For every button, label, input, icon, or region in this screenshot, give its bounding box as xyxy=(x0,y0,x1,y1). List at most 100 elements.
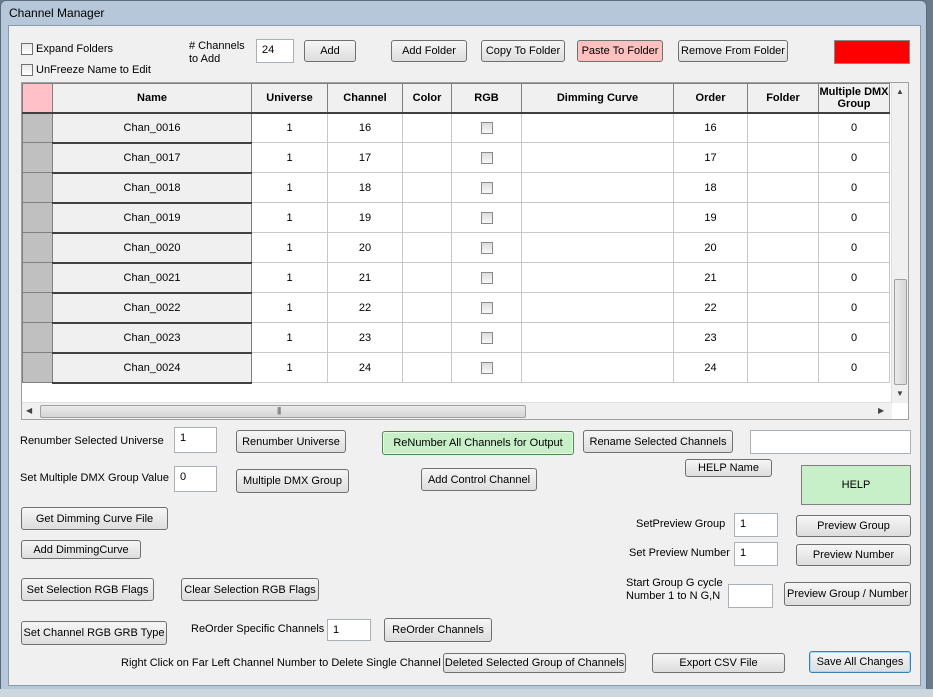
row-header-cell[interactable] xyxy=(22,202,53,233)
name-cell[interactable]: Chan_0018 xyxy=(52,172,252,204)
channel-cell[interactable]: 23 xyxy=(327,322,403,353)
col-header-dimming-curve[interactable]: Dimming Curve xyxy=(521,83,674,114)
universe-cell[interactable]: 1 xyxy=(251,172,328,203)
renumber-universe-button[interactable]: Renumber Universe xyxy=(236,430,346,453)
multiple-dmx-group-cell[interactable]: 0 xyxy=(818,142,890,173)
channel-cell[interactable]: 17 xyxy=(327,142,403,173)
rgb-cell[interactable] xyxy=(451,262,522,293)
col-header-folder[interactable]: Folder xyxy=(747,83,819,114)
table-row[interactable]: Chan_0023 1 23 23 0 xyxy=(22,322,890,354)
rgb-checkbox[interactable] xyxy=(480,151,493,164)
table-row[interactable]: Chan_0016 1 16 16 0 xyxy=(22,112,890,144)
name-cell[interactable]: Chan_0022 xyxy=(52,292,252,324)
folder-cell[interactable] xyxy=(747,142,819,173)
dimming-curve-cell[interactable] xyxy=(521,142,674,173)
table-row[interactable]: Chan_0020 1 20 20 0 xyxy=(22,232,890,264)
multiple-dmx-group-cell[interactable]: 0 xyxy=(818,112,890,143)
multiple-dmx-group-cell[interactable]: 0 xyxy=(818,232,890,263)
preview-group-number-button[interactable]: Preview Group / Number xyxy=(784,582,911,606)
color-cell[interactable] xyxy=(402,352,452,383)
folder-cell[interactable] xyxy=(747,112,819,143)
set-channel-rgb-grb-type-button[interactable]: Set Channel RGB GRB Type xyxy=(21,621,167,645)
universe-cell[interactable]: 1 xyxy=(251,202,328,233)
dimming-curve-cell[interactable] xyxy=(521,292,674,323)
row-header-cell[interactable] xyxy=(22,142,53,173)
channel-cell[interactable]: 24 xyxy=(327,352,403,383)
rgb-cell[interactable] xyxy=(451,202,522,233)
scroll-left-icon[interactable]: ◀ xyxy=(26,406,32,416)
name-cell[interactable]: Chan_0020 xyxy=(52,232,252,264)
name-cell[interactable]: Chan_0021 xyxy=(52,262,252,294)
dimming-curve-cell[interactable] xyxy=(521,322,674,353)
unfreeze-name-checkbox[interactable] xyxy=(21,64,33,76)
color-cell[interactable] xyxy=(402,172,452,203)
channel-cell[interactable]: 22 xyxy=(327,292,403,323)
universe-cell[interactable]: 1 xyxy=(251,322,328,353)
dimming-curve-cell[interactable] xyxy=(521,352,674,383)
name-cell[interactable]: Chan_0023 xyxy=(52,322,252,354)
dimming-curve-cell[interactable] xyxy=(521,262,674,293)
multiple-dmx-group-cell[interactable]: 0 xyxy=(818,262,890,293)
folder-cell[interactable] xyxy=(747,172,819,203)
order-cell[interactable]: 16 xyxy=(673,112,748,143)
channel-cell[interactable]: 19 xyxy=(327,202,403,233)
rgb-checkbox[interactable] xyxy=(480,181,493,194)
folder-cell[interactable] xyxy=(747,202,819,233)
table-row[interactable]: Chan_0019 1 19 19 0 xyxy=(22,202,890,234)
multiple-dmx-group-cell[interactable]: 0 xyxy=(818,172,890,203)
set-preview-number-input[interactable]: 1 xyxy=(734,542,778,566)
color-cell[interactable] xyxy=(402,262,452,293)
col-header-select[interactable] xyxy=(22,83,53,114)
rgb-cell[interactable] xyxy=(451,292,522,323)
universe-cell[interactable]: 1 xyxy=(251,112,328,143)
order-cell[interactable]: 23 xyxy=(673,322,748,353)
remove-from-folder-button[interactable]: Remove From Folder xyxy=(678,40,788,62)
get-dimming-curve-file-button[interactable]: Get Dimming Curve File xyxy=(21,507,168,530)
row-header-cell[interactable] xyxy=(22,292,53,323)
help-name-button[interactable]: HELP Name xyxy=(685,459,772,477)
rgb-checkbox[interactable] xyxy=(480,121,493,134)
renumber-universe-input[interactable]: 1 xyxy=(174,427,217,453)
rgb-checkbox[interactable] xyxy=(480,271,493,284)
dimming-curve-cell[interactable] xyxy=(521,112,674,143)
order-cell[interactable]: 18 xyxy=(673,172,748,203)
order-cell[interactable]: 17 xyxy=(673,142,748,173)
rename-selected-channels-button[interactable]: Rename Selected Channels xyxy=(583,430,733,453)
channel-cell[interactable]: 21 xyxy=(327,262,403,293)
vertical-scroll-thumb[interactable] xyxy=(894,279,907,385)
channel-cell[interactable]: 18 xyxy=(327,172,403,203)
row-header-cell[interactable] xyxy=(22,322,53,353)
color-cell[interactable] xyxy=(402,112,452,143)
col-header-rgb[interactable]: RGB xyxy=(451,83,522,114)
rgb-cell[interactable] xyxy=(451,172,522,203)
scroll-down-icon[interactable]: ▼ xyxy=(896,389,904,399)
channel-cell[interactable]: 20 xyxy=(327,232,403,263)
row-header-cell[interactable] xyxy=(22,112,53,143)
table-row[interactable]: Chan_0024 1 24 24 0 xyxy=(22,352,890,384)
color-swatch[interactable] xyxy=(834,40,910,64)
rgb-cell[interactable] xyxy=(451,322,522,353)
name-cell[interactable]: Chan_0019 xyxy=(52,202,252,234)
universe-cell[interactable]: 1 xyxy=(251,352,328,383)
preview-number-button[interactable]: Preview Number xyxy=(796,544,911,566)
row-header-cell[interactable] xyxy=(22,232,53,263)
order-cell[interactable]: 24 xyxy=(673,352,748,383)
table-row[interactable]: Chan_0018 1 18 18 0 xyxy=(22,172,890,204)
color-cell[interactable] xyxy=(402,232,452,263)
reorder-input[interactable]: 1 xyxy=(327,619,371,641)
table-row[interactable]: Chan_0022 1 22 22 0 xyxy=(22,292,890,324)
start-group-input[interactable] xyxy=(728,584,773,608)
universe-cell[interactable]: 1 xyxy=(251,262,328,293)
dimming-curve-cell[interactable] xyxy=(521,172,674,203)
folder-cell[interactable] xyxy=(747,292,819,323)
col-header-channel[interactable]: Channel xyxy=(327,83,403,114)
horizontal-scroll-thumb[interactable]: ||| xyxy=(40,405,526,418)
folder-cell[interactable] xyxy=(747,352,819,383)
rgb-checkbox[interactable] xyxy=(480,331,493,344)
col-header-color[interactable]: Color xyxy=(402,83,452,114)
table-row[interactable]: Chan_0021 1 21 21 0 xyxy=(22,262,890,294)
universe-cell[interactable]: 1 xyxy=(251,292,328,323)
rgb-checkbox[interactable] xyxy=(480,211,493,224)
grid-horizontal-scrollbar[interactable]: ◀ ||| ▶ xyxy=(22,402,892,419)
multiple-dmx-group-cell[interactable]: 0 xyxy=(818,322,890,353)
